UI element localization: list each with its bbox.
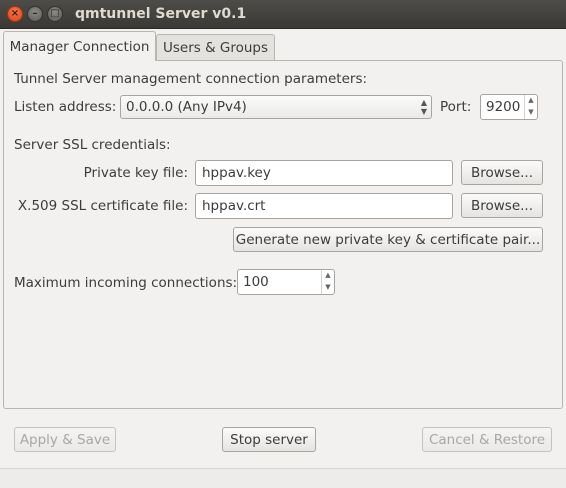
- port-stepper[interactable]: ▲ ▼: [524, 95, 537, 119]
- browse-private-key-button[interactable]: Browse...: [461, 160, 543, 185]
- browse-certificate-button[interactable]: Browse...: [461, 193, 543, 218]
- combo-arrows-icon: ▲ ▼: [420, 98, 427, 116]
- port-down-icon[interactable]: ▼: [525, 107, 537, 119]
- max-connections-value: 100: [243, 274, 269, 290]
- stop-server-button[interactable]: Stop server: [222, 427, 316, 452]
- section-heading-management: Tunnel Server management connection para…: [14, 71, 368, 87]
- generate-key-pair-button[interactable]: Generate new private key & certificate p…: [233, 227, 543, 252]
- close-icon[interactable]: ×: [7, 6, 23, 22]
- tab-users-groups[interactable]: Users & Groups: [156, 34, 275, 60]
- port-label: Port:: [440, 99, 472, 115]
- private-key-label: Private key file:: [83, 165, 188, 181]
- status-bar: [0, 468, 566, 488]
- private-key-input[interactable]: hppav.key: [195, 160, 453, 186]
- listen-address-value: 0.0.0.0 (Any IPv4): [126, 99, 247, 115]
- max-connections-stepper[interactable]: ▲ ▼: [321, 270, 334, 294]
- max-connections-label: Maximum incoming connections:: [14, 275, 238, 291]
- listen-address-combo[interactable]: 0.0.0.0 (Any IPv4) ▲ ▼: [120, 95, 432, 119]
- minimize-icon[interactable]: –: [27, 6, 43, 22]
- tab-manager-connection[interactable]: Manager Connection: [3, 31, 156, 61]
- port-value: 9200: [486, 99, 521, 115]
- window-title: qmtunnel Server v0.1: [75, 6, 247, 22]
- cancel-restore-button[interactable]: Cancel & Restore: [422, 427, 552, 452]
- certificate-label: X.509 SSL certificate file:: [17, 198, 188, 214]
- certificate-input[interactable]: hppav.crt: [195, 193, 453, 219]
- apply-save-button[interactable]: Apply & Save: [14, 427, 116, 452]
- listen-address-label: Listen address:: [14, 99, 117, 115]
- port-up-icon[interactable]: ▲: [525, 95, 537, 107]
- maximize-icon[interactable]: □: [47, 6, 63, 22]
- title-bar: × – □ qmtunnel Server v0.1: [0, 0, 566, 29]
- section-heading-ssl: Server SSL credentials:: [14, 137, 171, 153]
- max-connections-spinbox[interactable]: 100 ▲ ▼: [237, 269, 335, 295]
- max-connections-up-icon[interactable]: ▲: [322, 270, 334, 282]
- tab-panel: Tunnel Server management connection para…: [3, 60, 563, 409]
- max-connections-down-icon[interactable]: ▼: [322, 282, 334, 294]
- port-spinbox[interactable]: 9200 ▲ ▼: [480, 94, 538, 120]
